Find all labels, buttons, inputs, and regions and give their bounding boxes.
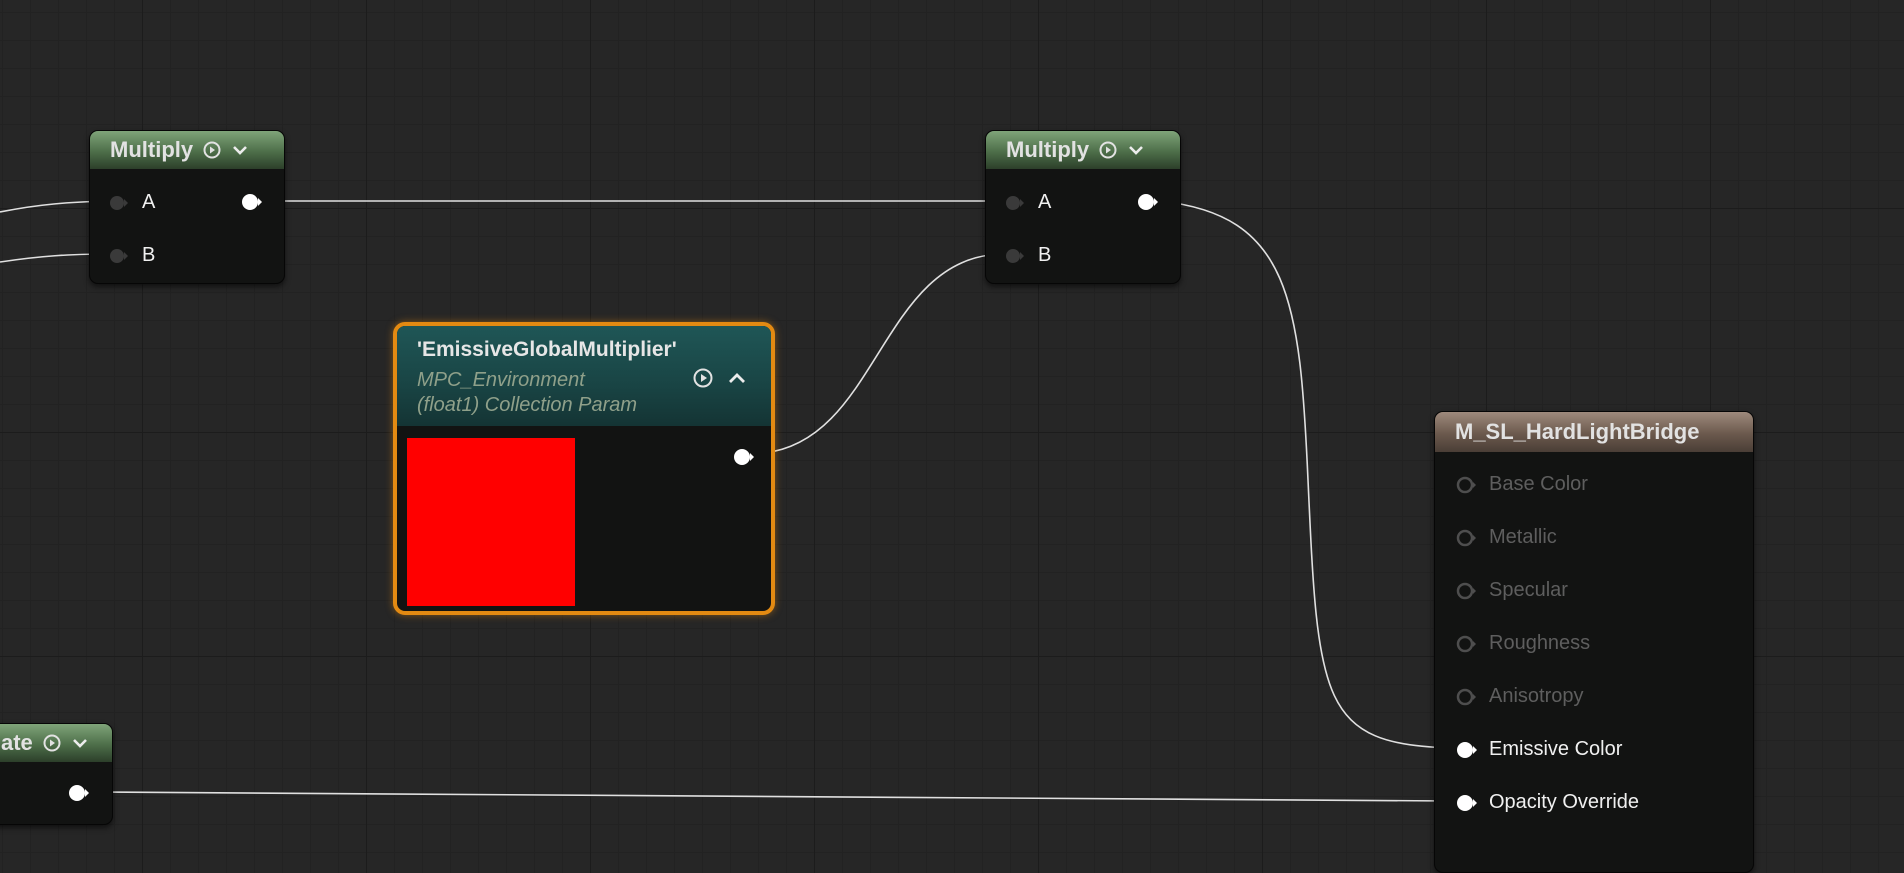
multiply-node-right-header[interactable]: Multiply	[986, 131, 1180, 169]
parameter-type: (float1) Collection Param	[417, 394, 638, 416]
input-pin-row-anisotropy[interactable]: Anisotropy	[1455, 685, 1584, 708]
input-pin-icon[interactable]	[1004, 246, 1024, 266]
chevron-up-icon[interactable]	[727, 368, 747, 388]
pin-label-a: A	[142, 191, 156, 213]
input-pin-icon[interactable]	[1455, 687, 1476, 707]
input-pin-icon[interactable]	[1455, 634, 1476, 654]
multiply-node-left-header[interactable]: Multiply	[90, 131, 284, 169]
color-preview-swatch	[407, 438, 575, 606]
pin-label-a: A	[1038, 191, 1052, 213]
material-name: M_SL_HardLightBridge	[1455, 419, 1700, 444]
chevron-down-icon[interactable]	[1127, 141, 1145, 159]
node-title: ate	[1, 730, 33, 755]
input-pin-row-emissive-color[interactable]: Emissive Color	[1455, 738, 1622, 761]
partial-node[interactable]: ate	[0, 723, 113, 825]
wire-param-to-multiply-right-b	[763, 253, 1005, 454]
input-pin-icon[interactable]	[108, 246, 128, 266]
input-pin-row-base-color[interactable]: Base Color	[1455, 473, 1588, 496]
parameter-name: 'EmissiveGlobalMultiplier'	[417, 338, 677, 361]
input-pin-icon[interactable]	[1455, 581, 1476, 601]
multiply-node-right[interactable]: Multiply A B	[985, 130, 1181, 284]
preview-play-icon[interactable]	[203, 141, 221, 159]
partial-node-header[interactable]: ate	[0, 724, 112, 762]
preview-play-icon[interactable]	[43, 734, 61, 752]
chevron-down-icon[interactable]	[71, 734, 89, 752]
material-output-node[interactable]: M_SL_HardLightBridge Base Color Metallic…	[1434, 411, 1754, 873]
material-output-header[interactable]: M_SL_HardLightBridge	[1435, 412, 1753, 452]
input-pin-icon[interactable]	[1004, 193, 1024, 213]
output-pin-icon[interactable]	[732, 447, 754, 467]
input-pin-icon[interactable]	[1455, 528, 1476, 548]
collection-parameter-header[interactable]: 'EmissiveGlobalMultiplier' MPC_Environme…	[397, 326, 771, 426]
pin-label-b: B	[142, 244, 156, 266]
pin-label: Anisotropy	[1489, 685, 1584, 707]
pin-label: Opacity Override	[1489, 791, 1640, 813]
input-pin-row-opacity-override[interactable]: Opacity Override	[1455, 791, 1639, 814]
chevron-down-icon[interactable]	[231, 141, 249, 159]
collection-parameter-node[interactable]: 'EmissiveGlobalMultiplier' MPC_Environme…	[393, 322, 775, 615]
input-pin-icon[interactable]	[108, 193, 128, 213]
preview-play-icon[interactable]	[1099, 141, 1117, 159]
pin-label: Base Color	[1489, 473, 1588, 495]
output-pin-icon[interactable]	[1136, 192, 1158, 212]
input-pin-icon[interactable]	[1455, 740, 1477, 760]
input-pin-icon[interactable]	[1455, 475, 1476, 495]
output-pin-icon[interactable]	[67, 783, 89, 803]
multiply-node-left[interactable]: Multiply A B	[89, 130, 285, 284]
pin-label: Roughness	[1489, 632, 1591, 654]
wire-multiply-right-to-emissive	[1159, 200, 1453, 749]
input-pin-row-specular[interactable]: Specular	[1455, 579, 1568, 602]
input-pin-row-a[interactable]: A	[108, 191, 155, 214]
input-pin-row-metallic[interactable]: Metallic	[1455, 526, 1557, 549]
input-pin-row-b[interactable]: B	[108, 244, 155, 267]
pin-label-b: B	[1038, 244, 1052, 266]
input-pin-row-b[interactable]: B	[1004, 244, 1051, 267]
input-pin-row-a[interactable]: A	[1004, 191, 1051, 214]
node-title: Multiply	[1006, 137, 1090, 162]
pin-label: Specular	[1489, 579, 1568, 601]
output-pin-icon[interactable]	[240, 192, 262, 212]
preview-play-icon[interactable]	[693, 368, 713, 388]
wire-partial-to-opacity	[92, 791, 1453, 802]
pin-label: Emissive Color	[1489, 738, 1623, 760]
input-pin-row-roughness[interactable]: Roughness	[1455, 632, 1590, 655]
input-pin-icon[interactable]	[1455, 793, 1477, 813]
pin-label: Metallic	[1489, 526, 1557, 548]
node-title: Multiply	[110, 137, 194, 162]
